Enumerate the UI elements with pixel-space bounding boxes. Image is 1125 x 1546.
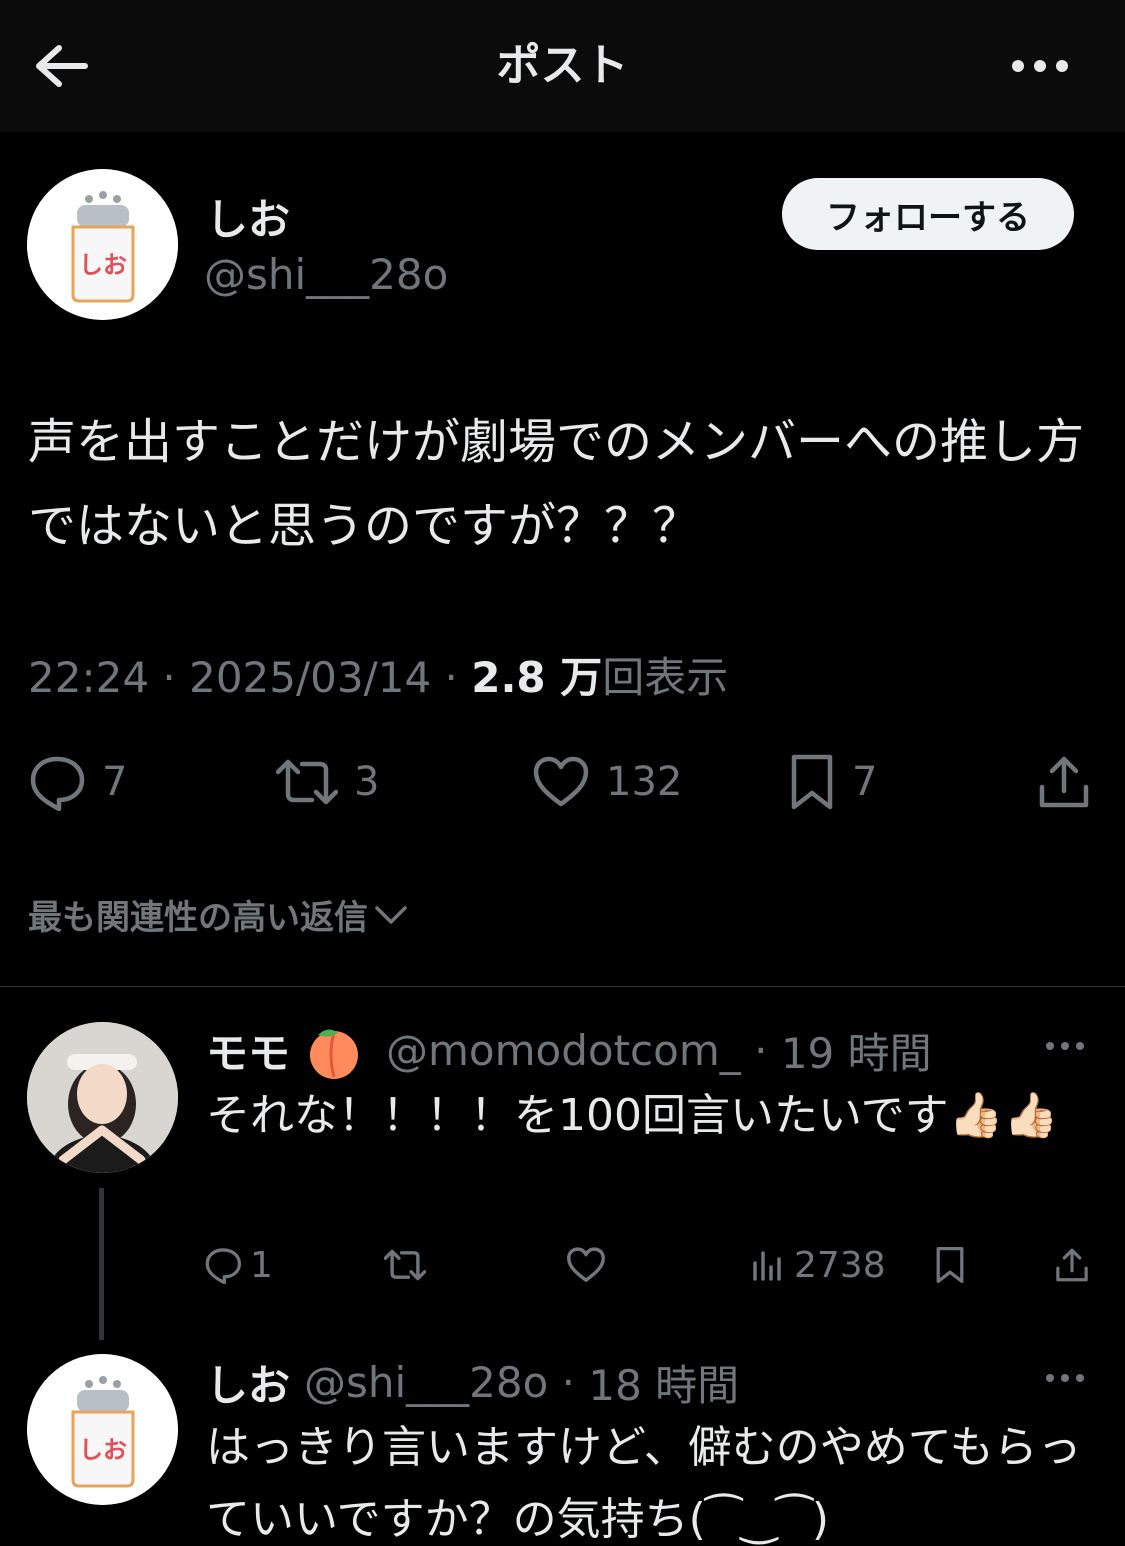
repost-button[interactable]: 3: [276, 750, 379, 814]
salt-shaker-avatar-image: しお: [27, 169, 178, 320]
reply-header: モモ @momodotcom_ · 19 時間: [206, 1020, 932, 1081]
reply-count: 1: [250, 1244, 273, 1286]
meta-separator: ·: [162, 653, 190, 702]
reply-sort-dropdown[interactable]: 最も関連性の高い返信: [28, 890, 408, 939]
more-horizontal-icon: [1012, 60, 1068, 72]
reply-author-handle[interactable]: @momodotcom_: [386, 1026, 741, 1075]
reply-author-name[interactable]: モモ: [206, 1020, 290, 1081]
post-date: 2025/03/14: [189, 653, 432, 702]
reply-author-handle[interactable]: @shi___28o: [304, 1358, 548, 1407]
more-options-button[interactable]: [1005, 40, 1075, 92]
like-count: 132: [606, 759, 683, 805]
reply-more-button[interactable]: [1035, 1358, 1095, 1398]
more-horizontal-icon: [1046, 1374, 1084, 1382]
bookmark-button[interactable]: [934, 1240, 966, 1290]
profile-photo-image: [27, 1022, 178, 1173]
reply-header: しお @shi___28o · 18 時間: [206, 1352, 739, 1413]
author-handle[interactable]: @shi___28o: [204, 250, 448, 299]
bookmark-button[interactable]: 7: [788, 750, 877, 814]
page-title: ポスト: [496, 40, 629, 91]
bookmark-count: 7: [852, 759, 878, 805]
share-icon: [1056, 1248, 1088, 1282]
follow-button[interactable]: フォローする: [782, 178, 1074, 250]
bookmark-icon: [936, 1246, 964, 1284]
repost-count: 3: [354, 759, 380, 805]
bookmark-icon: [791, 754, 833, 810]
author-name[interactable]: しお: [206, 186, 290, 247]
share-button[interactable]: [1036, 750, 1092, 814]
avatar-logo-text: しお: [79, 1436, 127, 1464]
thread-connector-line: [99, 1188, 104, 1340]
reply-text: それな！！！！を100回言いたいです👍🏻👍🏻: [206, 1090, 1059, 1141]
repost-button[interactable]: [384, 1240, 426, 1290]
heart-icon: [533, 756, 589, 807]
share-icon: [1039, 756, 1089, 808]
reply-more-button[interactable]: [1035, 1026, 1095, 1066]
views-count: 2738: [794, 1244, 886, 1286]
reply-button[interactable]: 1: [204, 1240, 273, 1290]
reply-icon: [30, 756, 85, 811]
post-time: 22:24: [28, 653, 150, 702]
repost-icon: [276, 759, 338, 805]
reply-count: 7: [102, 759, 128, 805]
reply-time: 18 時間: [588, 1361, 740, 1410]
like-button[interactable]: 132: [532, 750, 682, 814]
peach-emoji-icon: [310, 1028, 359, 1079]
chevron-down-icon: [375, 905, 407, 924]
views-button[interactable]: 2738: [752, 1240, 886, 1290]
divider: [0, 986, 1125, 987]
view-count-label: 回表示: [602, 653, 729, 702]
author-avatar[interactable]: しお: [27, 169, 178, 320]
reply-icon: [205, 1248, 242, 1284]
reply-action-bar: 1 2738: [0, 1240, 1125, 1290]
heart-icon: [567, 1247, 605, 1282]
like-button[interactable]: [566, 1240, 606, 1290]
post-action-bar: 7 3 132 7: [0, 750, 1125, 814]
post-text: 声を出すことだけが劇場でのメンバーへの推し方ではないと思うのですが？？？: [28, 414, 1085, 554]
reply-button[interactable]: 7: [28, 750, 127, 814]
meta-separator: ·: [740, 1026, 781, 1075]
meta-separator: ·: [548, 1358, 589, 1407]
share-button[interactable]: [1054, 1240, 1090, 1290]
meta-separator: ·: [444, 653, 472, 702]
view-count: 2.8 万: [471, 653, 603, 702]
salt-shaker-avatar-image: しお: [27, 1354, 178, 1505]
post-meta: 22:24 · 2025/03/14 · 2.8 万回表示: [28, 644, 728, 705]
reply-time: 19 時間: [780, 1029, 932, 1078]
reply-avatar[interactable]: [27, 1022, 178, 1173]
top-bar: ポスト: [0, 0, 1125, 132]
reply-avatar[interactable]: しお: [27, 1354, 178, 1505]
reply-text: はっきり言いますけど、僻むのやめてもらっていいですか？の気持ち(⁀‿⁀): [206, 1422, 1082, 1545]
more-horizontal-icon: [1046, 1042, 1084, 1050]
repost-icon: [384, 1249, 426, 1281]
reply-sort-label: 最も関連性の高い返信: [28, 898, 368, 938]
analytics-icon: [753, 1251, 781, 1281]
reply-author-name[interactable]: しお: [206, 1352, 290, 1413]
avatar-logo-text: しお: [79, 251, 127, 279]
